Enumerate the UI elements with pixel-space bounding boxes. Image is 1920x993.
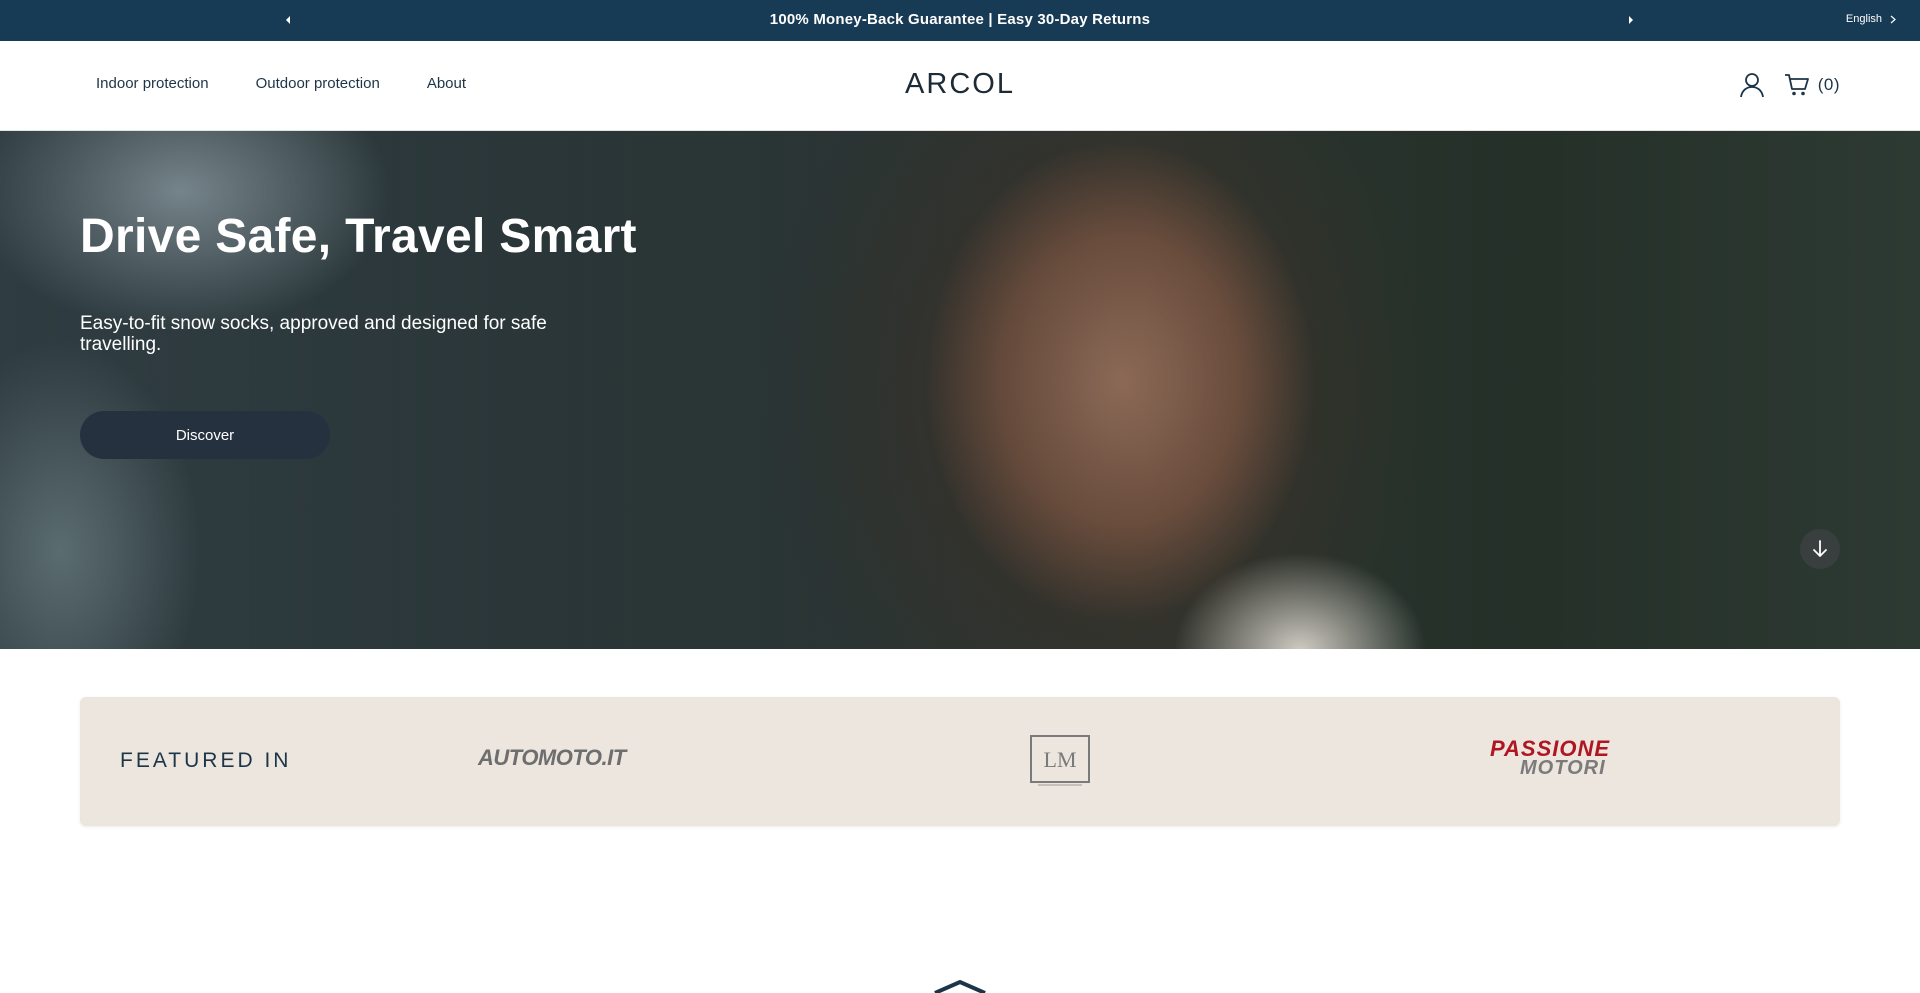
language-selector[interactable]: English bbox=[1846, 13, 1896, 25]
lm-logo-text: LM bbox=[1044, 747, 1077, 772]
main-nav: Indoor protection Outdoor protection Abo… bbox=[96, 75, 466, 92]
logo-text: ARCOL bbox=[905, 67, 1015, 100]
chevron-right-icon bbox=[1629, 16, 1633, 24]
passione-motori-logo: PASSIONE MOTORI bbox=[1490, 736, 1611, 779]
cart-icon bbox=[1784, 74, 1809, 96]
user-icon bbox=[1739, 73, 1764, 98]
hero-subtitle: Easy-to-fit snow socks, approved and des… bbox=[80, 313, 547, 355]
hero-banner: Drive Safe, Travel Smart Easy-to-fit sno… bbox=[0, 131, 1920, 649]
nav-about[interactable]: About bbox=[427, 75, 466, 92]
featured-in-section: FEATURED IN AUTOMOTO.IT LM PASSIONE MOTO… bbox=[80, 697, 1840, 826]
lm-logo: LM bbox=[1030, 735, 1090, 786]
site-header: Indoor protection Outdoor protection Abo… bbox=[0, 41, 1920, 131]
chevron-right-icon bbox=[1890, 15, 1896, 23]
discover-button[interactable]: Discover bbox=[80, 411, 330, 459]
hero-title: Drive Safe, Travel Smart bbox=[80, 210, 637, 263]
cart-count: (0) bbox=[1817, 75, 1840, 94]
arrow-down-icon bbox=[1813, 540, 1827, 557]
arcol-logo[interactable]: ARCOL bbox=[904, 67, 1016, 101]
account-button[interactable] bbox=[1738, 71, 1766, 99]
nav-indoor-protection[interactable]: Indoor protection bbox=[96, 75, 209, 92]
passione-text: PASSIONE bbox=[1490, 736, 1611, 761]
cart-button[interactable]: (0) bbox=[1784, 73, 1840, 97]
automoto-logo: AUTOMOTO.IT bbox=[478, 745, 626, 770]
featured-in-label: FEATURED IN bbox=[120, 749, 292, 772]
next-announcement-button[interactable] bbox=[1624, 13, 1638, 27]
language-label: English bbox=[1845, 13, 1882, 25]
motori-text: MOTORI bbox=[1520, 757, 1606, 779]
header-actions: (0) bbox=[1738, 71, 1840, 99]
shield-icon bbox=[934, 980, 986, 993]
announcement-bar: 100% Money-Back Guarantee | Easy 30-Day … bbox=[0, 0, 1920, 41]
scroll-down-button[interactable] bbox=[1800, 529, 1840, 569]
nav-outdoor-protection[interactable]: Outdoor protection bbox=[256, 75, 380, 92]
